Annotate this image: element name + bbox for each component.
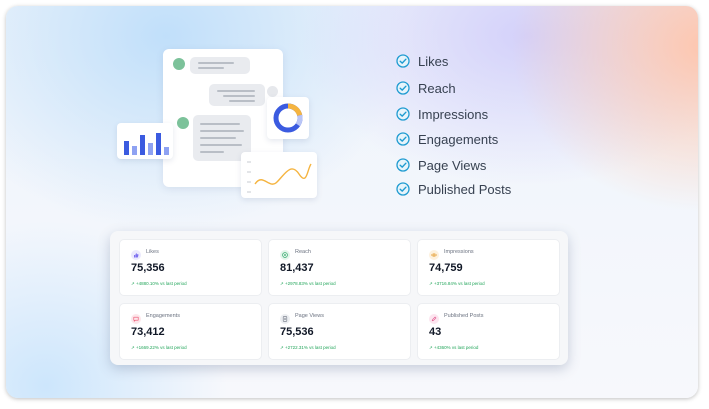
check-circle-icon (396, 132, 410, 146)
checklist-item-engagements: Engagements (396, 130, 498, 148)
donut-chart-icon (267, 97, 309, 139)
stat-label: Published Posts (444, 313, 484, 319)
stat-card-impressions: Impressions 74,759 ↗ +3716.84% vs last p… (417, 239, 560, 296)
eye-icon (429, 250, 439, 260)
checklist-label: Engagements (418, 131, 499, 147)
check-circle-icon (396, 182, 410, 196)
check-circle-icon (396, 54, 410, 68)
checklist-item-reach: Reach (396, 79, 456, 97)
stat-value: 75,536 (280, 326, 314, 338)
stat-change: ↗ +1669.22% vs last period (131, 345, 187, 350)
check-circle-icon (396, 81, 410, 95)
stat-change: ↗ +4880.10% vs last period (131, 281, 187, 286)
stat-label: Likes (146, 249, 159, 255)
stat-card-likes: Likes 75,356 ↗ +4880.10% vs last period (119, 239, 262, 296)
stat-change: ↗ +4360% vs last period (429, 345, 479, 350)
checklist-item-likes: Likes (396, 52, 448, 70)
stat-label: Reach (295, 249, 311, 255)
checklist-label: Likes (418, 53, 449, 69)
target-icon (280, 250, 290, 260)
checklist-label: Reach (418, 80, 456, 96)
stat-card-published-posts: Published Posts 43 ↗ +4360% vs last peri… (417, 303, 560, 360)
stats-panel: Likes 75,356 ↗ +4880.10% vs last period … (110, 231, 568, 365)
stat-value: 74,759 (429, 262, 463, 274)
line-chart-icon (241, 152, 317, 198)
stat-card-engagements: Engagements 73,412 ↗ +1669.22% vs last p… (119, 303, 262, 360)
stat-change: ↗ +2722.31% vs last period (280, 345, 336, 350)
chat-bubble (209, 84, 265, 106)
stat-card-page-views: Page Views 75,536 ↗ +2722.31% vs last pe… (268, 303, 411, 360)
checklist-item-page-views: Page Views (396, 156, 486, 174)
avatar-icon (173, 58, 185, 70)
check-circle-icon (396, 107, 410, 121)
post-icon (429, 314, 439, 324)
stat-value: 81,437 (280, 262, 314, 274)
chat-bubble (190, 57, 250, 74)
stat-value: 43 (429, 326, 442, 338)
thumbs-up-icon (131, 250, 141, 260)
dashboard-promo-frame: Likes Reach Impressions Engagements Page… (6, 6, 698, 398)
stat-value: 75,356 (131, 262, 165, 274)
checklist-label: Page Views (418, 157, 487, 173)
avatar-icon (267, 86, 278, 97)
checklist-label: Impressions (418, 106, 489, 122)
stat-label: Engagements (146, 313, 180, 319)
avatar-icon (177, 117, 189, 129)
check-circle-icon (396, 158, 410, 172)
document-icon (280, 314, 290, 324)
stat-value: 73,412 (131, 326, 165, 338)
checklist-item-published-posts: Published Posts (396, 180, 511, 198)
stat-card-reach: Reach 81,437 ↗ +2978.83% vs last period (268, 239, 411, 296)
stat-label: Impressions (444, 249, 474, 255)
checklist-item-impressions: Impressions (396, 105, 488, 123)
stat-change: ↗ +2978.83% vs last period (280, 281, 336, 286)
checklist-label: Published Posts (418, 181, 512, 197)
bar-chart-icon (117, 123, 173, 159)
stat-label: Page Views (295, 313, 324, 319)
chat-bubble-icon (131, 314, 141, 324)
stat-change: ↗ +3716.84% vs last period (429, 281, 485, 286)
